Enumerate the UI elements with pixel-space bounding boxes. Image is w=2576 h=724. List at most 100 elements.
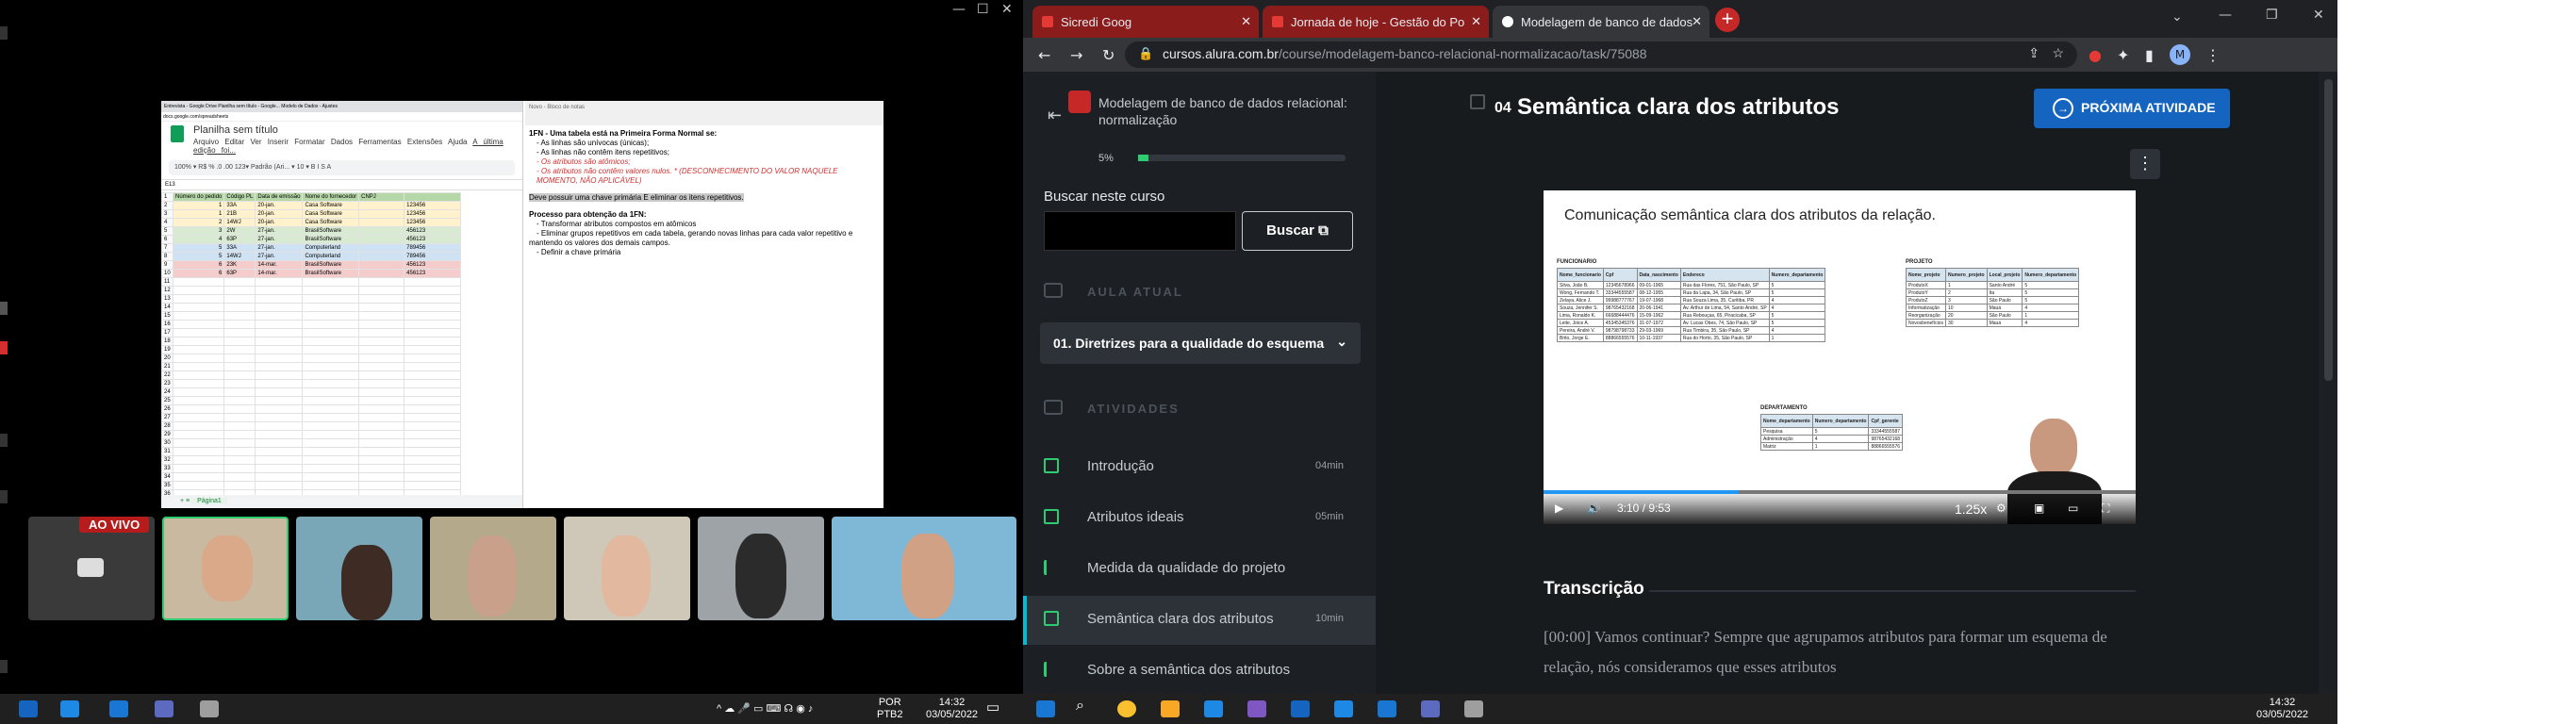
sheet-row[interactable]: 18	[161, 337, 462, 346]
sheet-cell[interactable]	[302, 481, 360, 490]
tab-sicredi[interactable]: Sicredi Goog ✕	[1032, 6, 1259, 38]
sheet-cell[interactable]: 14-mar.	[255, 269, 304, 278]
sheet-row[interactable]: 1 Número do pedido Código PL Data de emissã…	[161, 192, 462, 202]
sheet-grid[interactable]: 1 Número do pedido Código PL Data de emissã…	[161, 192, 462, 499]
row-number[interactable]: 1	[161, 192, 173, 202]
sheet-row[interactable]: 2 1 33A 20-jan. Casa Software 123456	[161, 201, 462, 210]
sheet-cell[interactable]	[255, 413, 304, 422]
participant-tile[interactable]	[296, 517, 422, 620]
participant-tile[interactable]	[430, 517, 556, 620]
menu-ver[interactable]: Ver	[251, 138, 262, 146]
video-player[interactable]: Comunicação semântica clara dos atributo…	[1544, 190, 2136, 524]
trello-icon[interactable]	[1378, 700, 1396, 717]
sheet-cell[interactable]	[223, 337, 256, 346]
sheet-cell[interactable]	[404, 404, 462, 414]
more-options-button[interactable]: ⋮	[2130, 149, 2160, 179]
maximize-icon[interactable]: ☐	[977, 2, 989, 17]
sheet-cell[interactable]	[404, 354, 462, 363]
sheet-cell[interactable]	[302, 362, 360, 371]
sheet-cell[interactable]	[255, 286, 304, 295]
sheet-cell[interactable]: Casa Software	[302, 218, 360, 227]
sheet-title[interactable]: Planilha sem título	[193, 124, 278, 136]
sheet-cell[interactable]	[255, 362, 304, 371]
sheet-cell[interactable]	[223, 311, 256, 321]
activity-item[interactable]: Sobre a semântica dos atributos	[1023, 647, 1376, 696]
lang-indicator[interactable]: POR PTB2	[877, 697, 903, 721]
sheet-cell[interactable]	[404, 464, 462, 473]
sheet-cell[interactable]	[223, 481, 256, 490]
row-number[interactable]: 24	[161, 387, 173, 397]
sheet-cell[interactable]	[302, 328, 360, 337]
sheet-row[interactable]: 31	[161, 447, 462, 456]
app-icon[interactable]	[200, 700, 219, 717]
menu-extensoes[interactable]: Extensões	[407, 138, 442, 146]
sheet-cell[interactable]	[404, 481, 462, 490]
sheet-row[interactable]: 24	[161, 387, 462, 397]
menu-ferramentas[interactable]: Ferramentas	[358, 138, 401, 146]
row-number[interactable]: 9	[161, 260, 173, 270]
sheet-cell[interactable]	[255, 387, 304, 397]
sheet-cell[interactable]	[223, 328, 256, 337]
sheet-cell[interactable]	[172, 404, 225, 414]
sheet-cell[interactable]	[223, 320, 256, 329]
sheet-row[interactable]: 22	[161, 370, 462, 380]
sheet-row[interactable]: 21	[161, 362, 462, 371]
sheet-toolbar[interactable]: 100% ▾ R$ % .0 .00 123▾ Padrão (Ari... ▾…	[169, 160, 515, 175]
sheet-cell[interactable]: 27-jan.	[255, 243, 304, 253]
sheet-cell[interactable]	[172, 362, 225, 371]
sheet-row[interactable]: 10 6 63P 14-mar. BrasilSoftware 456123	[161, 269, 462, 278]
sheet-cell[interactable]	[358, 226, 405, 236]
sheet-row[interactable]: 15	[161, 311, 462, 321]
extension-icon[interactable]: ●	[2089, 46, 2102, 64]
sheet-cell[interactable]	[358, 345, 405, 354]
menu-editar[interactable]: Editar	[224, 138, 244, 146]
sheet-cell[interactable]	[302, 396, 360, 405]
fullscreen-icon[interactable]: ⛶	[2102, 502, 2109, 516]
sheet-cell[interactable]: Data de emissão	[255, 192, 304, 202]
sheet-cell[interactable]	[223, 447, 256, 456]
close-tab-icon[interactable]: ✕	[1241, 14, 1251, 29]
sheet-cell[interactable]	[223, 370, 256, 380]
sheet-cell[interactable]: 14WJ	[223, 252, 256, 261]
url-bar[interactable]: 🔒 cursos.alura.com.br/course/modelagem-b…	[1125, 41, 2077, 68]
sheet-row[interactable]: 29	[161, 430, 462, 439]
video-progress-bar[interactable]	[1544, 490, 2136, 494]
sheet-cell[interactable]	[302, 472, 360, 482]
menu-arquivo[interactable]: Arquivo	[193, 138, 219, 146]
row-number[interactable]: 21	[161, 362, 173, 371]
menu-ajuda[interactable]: Ajuda	[448, 138, 467, 146]
sheet-cell[interactable]	[255, 379, 304, 388]
sheet-cell[interactable]	[302, 447, 360, 456]
sheet-cell[interactable]	[172, 379, 225, 388]
side-icon[interactable]	[0, 434, 8, 447]
participant-tile[interactable]	[832, 517, 1016, 620]
extensions-puzzle-icon[interactable]: ✦	[2117, 46, 2129, 64]
sheet-cell[interactable]	[223, 387, 256, 397]
row-number[interactable]: 17	[161, 328, 173, 337]
sheet-cell[interactable]	[404, 430, 462, 439]
sheet-row[interactable]: 17	[161, 328, 462, 337]
sheet-row[interactable]: 6 4 63P 27-jan. BrasilSoftware 456123	[161, 235, 462, 244]
sheet-cell[interactable]	[172, 455, 225, 465]
chrome-icon[interactable]	[1117, 700, 1136, 717]
record-icon[interactable]	[0, 341, 8, 354]
sheet-cell[interactable]: 14-mar.	[255, 260, 304, 270]
sheet-cell[interactable]: 14WJ	[223, 218, 256, 227]
mail-icon[interactable]	[60, 700, 79, 717]
row-number[interactable]: 35	[161, 481, 173, 490]
sheet-cell[interactable]	[255, 472, 304, 482]
sheet-cell[interactable]	[358, 430, 405, 439]
sheet-cell[interactable]	[255, 455, 304, 465]
sheet-cell[interactable]: 2	[172, 218, 225, 227]
sheet-cell[interactable]: 23K	[223, 260, 256, 270]
row-number[interactable]: 10	[161, 269, 173, 278]
sheet-cell[interactable]: Número do pedido	[172, 192, 225, 202]
sheet-row[interactable]: 26	[161, 404, 462, 414]
sheet-cell[interactable]	[358, 269, 405, 278]
sheet-cell[interactable]	[358, 277, 405, 287]
sheet-browser-tabs[interactable]: Entrevista - Google Drive Planilha sem t…	[161, 101, 522, 112]
sheet-cell[interactable]	[255, 345, 304, 354]
sheet-cell[interactable]	[172, 328, 225, 337]
sheet-cell[interactable]	[255, 421, 304, 431]
sheet-cell[interactable]	[223, 404, 256, 414]
